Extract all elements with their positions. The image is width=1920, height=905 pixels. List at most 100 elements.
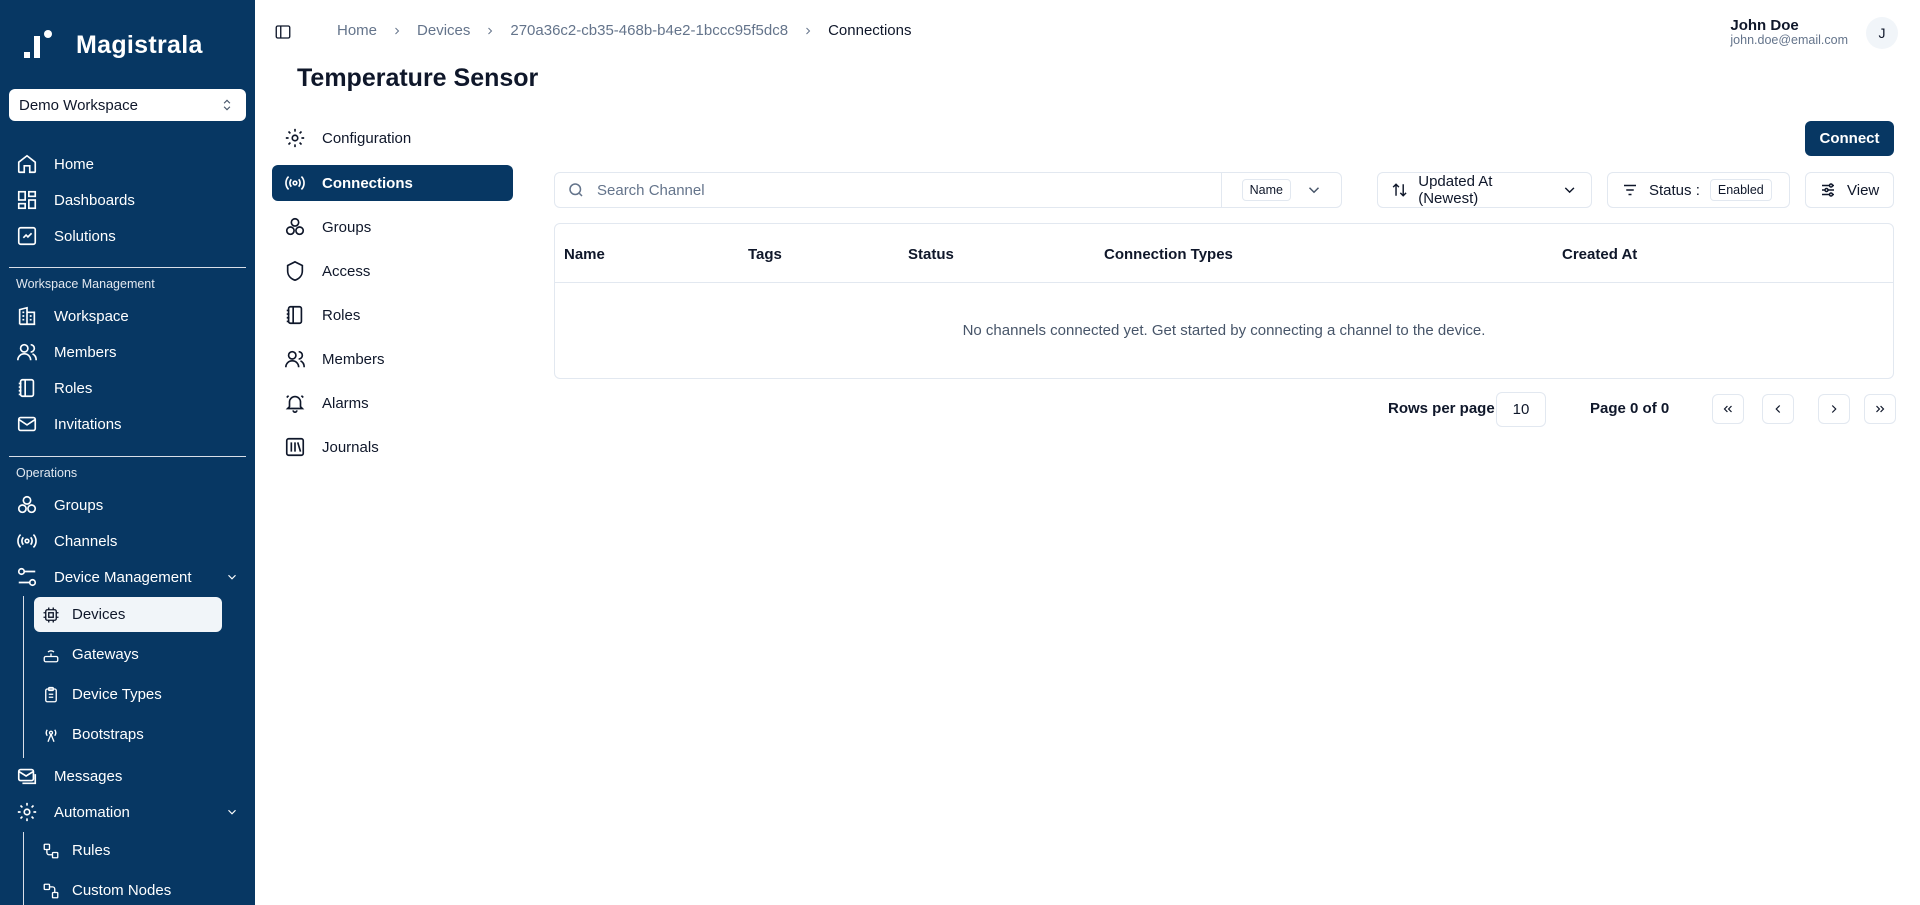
tab-label: Access [322, 262, 371, 280]
nav-item-channels[interactable]: Channels [16, 527, 117, 555]
solutions-icon [17, 226, 37, 246]
workspace-selector[interactable]: Demo Workspace [9, 89, 246, 121]
breadcrumb-device-id[interactable]: 270a36c2-cb35-468b-b4e2-1bccc95f5dc8 [510, 22, 788, 39]
status-filter[interactable]: Status : Enabled [1607, 172, 1790, 208]
submenu-line [23, 596, 24, 758]
tab-groups[interactable]: Groups [272, 209, 513, 245]
gear-icon [285, 128, 305, 148]
section-label-workspace: Workspace Management [16, 277, 155, 291]
nav-item-label: Custom Nodes [72, 882, 172, 899]
bell-icon [285, 395, 305, 413]
sort-label: Updated At (Newest) [1418, 173, 1493, 207]
sidebar-divider [9, 267, 246, 268]
filter-icon [1624, 184, 1636, 196]
search-bar: Name [554, 172, 1342, 208]
status-badge: Enabled [1709, 179, 1772, 201]
users-icon [285, 350, 305, 368]
router-icon [43, 649, 59, 662]
sidebar: Magistrala Demo Workspace Home Dashboard… [0, 0, 255, 905]
nav-item-roles[interactable]: Roles [16, 374, 92, 402]
previous-page-button[interactable] [1762, 394, 1794, 424]
column-header-name[interactable]: Name [564, 246, 605, 263]
chevron-right-icon [806, 27, 811, 34]
avatar[interactable]: J [1866, 17, 1898, 49]
search-field-select[interactable]: Name [1220, 172, 1341, 208]
connect-button[interactable]: Connect [1805, 121, 1894, 156]
page-title: Temperature Sensor [297, 64, 539, 92]
tab-members[interactable]: Members [272, 341, 513, 377]
connections-table: Name Tags Status Connection Types Create… [554, 223, 1894, 379]
chevron-down-icon[interactable] [225, 570, 239, 584]
rows-per-page-label: Rows per page [1388, 400, 1495, 417]
view-label: View [1847, 181, 1880, 199]
column-header-status[interactable]: Status [908, 246, 954, 263]
tab-access[interactable]: Access [272, 253, 513, 289]
nav-item-rules[interactable]: Rules [34, 833, 222, 868]
breadcrumb-current: Connections [828, 22, 912, 39]
first-page-button[interactable] [1712, 394, 1744, 424]
search-field-badge: Name [1241, 179, 1291, 201]
nav-item-messages[interactable]: Messages [16, 762, 122, 790]
user-menu[interactable]: John Doe john.doe@email.com [1730, 18, 1848, 47]
nav-item-label: Home [54, 155, 95, 173]
chevron-down-icon[interactable] [225, 805, 239, 819]
tab-label: Alarms [322, 394, 369, 412]
last-page-button[interactable] [1864, 394, 1896, 424]
nav-item-custom-nodes[interactable]: Custom Nodes [34, 873, 222, 905]
tab-connections[interactable]: Connections [272, 165, 513, 201]
column-header-connection-types[interactable]: Connection Types [1104, 246, 1233, 263]
chevron-down-icon [1564, 187, 1575, 194]
column-header-tags[interactable]: Tags [748, 246, 782, 263]
nav-item-automation[interactable]: Automation [16, 798, 130, 826]
broadcast-icon [285, 176, 305, 190]
sidebar-toggle-icon[interactable] [274, 23, 292, 41]
search-input[interactable] [597, 181, 1221, 199]
user-name: John Doe [1730, 17, 1799, 34]
groups-icon [285, 217, 305, 236]
breadcrumb: Home Devices 270a36c2-cb35-468b-b4e2-1bc… [337, 22, 911, 39]
nav-item-home[interactable]: Home [16, 150, 94, 178]
nav-item-label: Messages [54, 767, 123, 785]
nav-item-bootstraps[interactable]: Bootstraps [34, 717, 222, 752]
tab-label: Configuration [322, 129, 412, 147]
column-header-created-at[interactable]: Created At [1562, 246, 1637, 263]
tab-journals[interactable]: Journals [272, 429, 513, 465]
nav-item-device-types[interactable]: Device Types [34, 677, 222, 712]
nav-item-label: Members [54, 343, 117, 361]
tab-configuration[interactable]: Configuration [272, 120, 513, 156]
shield-icon [286, 260, 304, 282]
nav-item-members[interactable]: Members [16, 338, 117, 366]
nav-item-device-management[interactable]: Device Management [16, 563, 192, 591]
home-icon [17, 154, 37, 174]
breadcrumb-devices[interactable]: Devices [417, 22, 470, 39]
nav-item-label: Groups [54, 496, 104, 514]
next-page-button[interactable] [1818, 394, 1850, 424]
nav-item-dashboards[interactable]: Dashboards [16, 186, 135, 214]
nav-item-label: Roles [54, 379, 93, 397]
sort-select[interactable]: Updated At (Newest) [1377, 172, 1592, 208]
nav-item-label: Automation [54, 803, 130, 821]
tab-label: Roles [322, 306, 361, 324]
tab-alarms[interactable]: Alarms [272, 385, 513, 421]
brand-logo[interactable]: Magistrala [24, 30, 203, 60]
tab-roles[interactable]: Roles [272, 297, 513, 333]
nav-item-solutions[interactable]: Solutions [16, 222, 116, 250]
nav-item-workspace[interactable]: Workspace [16, 302, 129, 330]
nav-item-devices[interactable]: Devices [34, 597, 222, 632]
nav-item-label: Bootstraps [72, 726, 144, 743]
breadcrumb-home[interactable]: Home [337, 22, 377, 39]
chevron-right-icon [1831, 405, 1837, 413]
nav-item-label: Workspace [54, 307, 129, 325]
submenu-line [23, 832, 24, 905]
rows-per-page-select[interactable]: 10 [1496, 392, 1546, 427]
notebook-icon [286, 305, 303, 325]
view-options-button[interactable]: View [1805, 172, 1894, 208]
nav-item-groups[interactable]: Groups [16, 491, 103, 519]
nav-item-label: Rules [72, 842, 111, 859]
messages-icon [17, 768, 37, 785]
nav-item-gateways[interactable]: Gateways [34, 637, 222, 672]
nav-item-invitations[interactable]: Invitations [16, 410, 122, 438]
magistrala-logo-icon [24, 30, 66, 60]
chevrons-up-down-icon [223, 99, 231, 111]
antenna-icon [45, 728, 57, 742]
